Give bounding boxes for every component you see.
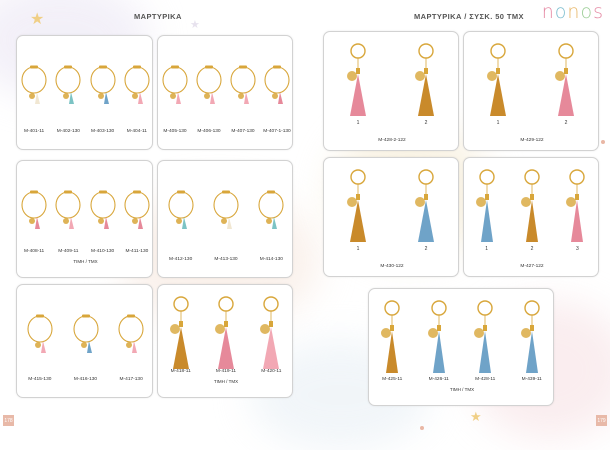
product-code: M-406-130 — [197, 129, 221, 134]
wine-charm-image — [19, 62, 49, 111]
product-code: M-418-11 — [170, 369, 191, 374]
page-number-left: 178 — [3, 415, 14, 426]
product-code: M-412-130 — [169, 257, 193, 262]
wine-charm-image — [262, 62, 292, 111]
keychain-image — [341, 42, 375, 127]
product-card: M-418-11 M-419-11 M-420-11 ΤΙΜΗ / ΤΜΧ — [157, 284, 293, 398]
keychain-image — [549, 42, 583, 127]
keychain-image — [560, 168, 594, 253]
product-card: M-425-11 M-426-11 M-428-11 M-439-11 ΤΙΜΗ / Τ… — [368, 288, 554, 406]
product-card: 1 2 3 M-427-122 — [463, 157, 599, 277]
product-code: M-428-2-122 — [378, 138, 406, 143]
product-card: M-415-130 M-416-130 M-417-130 — [16, 284, 153, 398]
keychain-image — [470, 168, 504, 253]
product-code: M-403-130 — [91, 129, 115, 134]
product-code: M-409-11 — [58, 249, 79, 254]
product-code: M-427-122 — [520, 264, 544, 269]
product-code: M-407-130 — [231, 129, 255, 134]
wine-charm-image — [211, 187, 241, 236]
wine-charm-image — [122, 187, 152, 236]
product-code: M-420-11 — [261, 369, 282, 374]
star-decoration-icon: ★ — [470, 409, 482, 424]
keychain-image — [422, 299, 456, 384]
wine-charm-image — [19, 187, 49, 236]
keychain-image — [409, 168, 443, 253]
product-code: M-404-11 — [126, 129, 147, 134]
price-per-unit-label: ΤΙΜΗ / ΤΜΧ — [73, 259, 98, 264]
keychain-image — [209, 295, 243, 380]
product-card: M-412-130 M-413-130 M-414-130 — [157, 160, 293, 278]
keychain-image — [515, 299, 549, 384]
product-code: M-413-130 — [214, 257, 238, 262]
wine-charm-image — [88, 187, 118, 236]
variant-number: 2 — [564, 120, 568, 126]
variant-number: 1 — [356, 246, 360, 252]
price-per-unit-label: ΤΙΜΗ / ΤΜΧ — [449, 387, 475, 392]
product-card: 1 2 M-428-2-122 — [323, 31, 459, 151]
price-per-unit-label: ΤΙΜΗ / ΤΜΧ — [213, 379, 239, 384]
product-card: M-401-11 M-402-130 M-403-130 M-404-11 — [16, 35, 153, 150]
product-code: M-428-11 — [475, 377, 496, 382]
product-code: M-417-130 — [119, 377, 143, 382]
wine-charm-image — [88, 62, 118, 111]
left-page-title: ΜΑΡΤΥΡΙΚΑ — [134, 12, 182, 21]
product-code: M-401-11 — [24, 129, 45, 134]
page-number-right: 179 — [596, 415, 607, 426]
wine-charm-image — [228, 62, 258, 111]
product-code: M-429-122 — [520, 138, 544, 143]
product-code: M-415-130 — [28, 377, 52, 382]
product-code: M-425-11 — [382, 377, 403, 382]
variant-number: 2 — [424, 246, 428, 252]
variant-number: 1 — [485, 246, 489, 252]
product-code: M-419-11 — [215, 369, 237, 374]
keychain-image — [341, 168, 375, 253]
star-decoration-icon: ★ — [30, 11, 45, 28]
variant-number: 1 — [496, 120, 500, 126]
product-code: M-402-130 — [56, 129, 80, 134]
keychain-image — [409, 42, 443, 127]
variant-number: 2 — [530, 246, 534, 252]
product-code: M-414-130 — [259, 257, 283, 262]
keychain-image — [515, 168, 549, 253]
product-card: 1 2 M-429-122 — [463, 31, 599, 151]
wine-charm-image — [53, 62, 83, 111]
product-code: M-407-1-130 — [263, 129, 291, 134]
product-card: M-408-11 M-409-11 M-410-130 M-411-130 ΤΙΜΗ /… — [16, 160, 153, 278]
wine-charm-image — [256, 187, 286, 236]
product-code: M-430-122 — [380, 264, 404, 269]
wine-charm-image — [25, 311, 55, 360]
keychain-image — [375, 299, 409, 384]
variant-number: 2 — [424, 120, 428, 126]
keychain-image — [164, 295, 198, 380]
product-code: M-426-11 — [428, 377, 449, 382]
wine-charm-image — [194, 62, 224, 111]
wine-charm-image — [166, 187, 196, 236]
product-code: M-405-130 — [163, 129, 187, 134]
right-page-title: ΜΑΡΤΥΡΙΚΑ / ΣΥΣΚ. 50 ΤΜΧ — [414, 12, 524, 21]
product-code: M-408-11 — [24, 249, 45, 254]
product-code: M-416-130 — [73, 377, 98, 382]
keychain-image — [468, 299, 502, 384]
wine-charm-image — [116, 311, 146, 360]
keychain-image — [481, 42, 515, 127]
nonos-logo: nonos — [541, 1, 604, 23]
product-code: M-410-130 — [91, 249, 115, 254]
variant-number: 1 — [356, 120, 360, 126]
product-card: 1 2 M-430-122 — [323, 157, 459, 277]
wine-charm-image — [71, 311, 101, 360]
variant-number: 3 — [575, 246, 579, 252]
wine-charm-image — [122, 62, 152, 111]
wine-charm-image — [53, 187, 83, 236]
product-code: M-411-130 — [125, 249, 149, 254]
dot-decoration — [601, 140, 605, 144]
dot-decoration — [420, 426, 424, 430]
keychain-image — [254, 295, 288, 380]
product-card: M-405-130 M-406-130 M-407-130 M-407-1-130 — [157, 35, 293, 150]
wine-charm-image — [160, 62, 190, 111]
star-decoration-icon: ★ — [190, 19, 200, 31]
product-code: M-439-11 — [521, 377, 542, 382]
